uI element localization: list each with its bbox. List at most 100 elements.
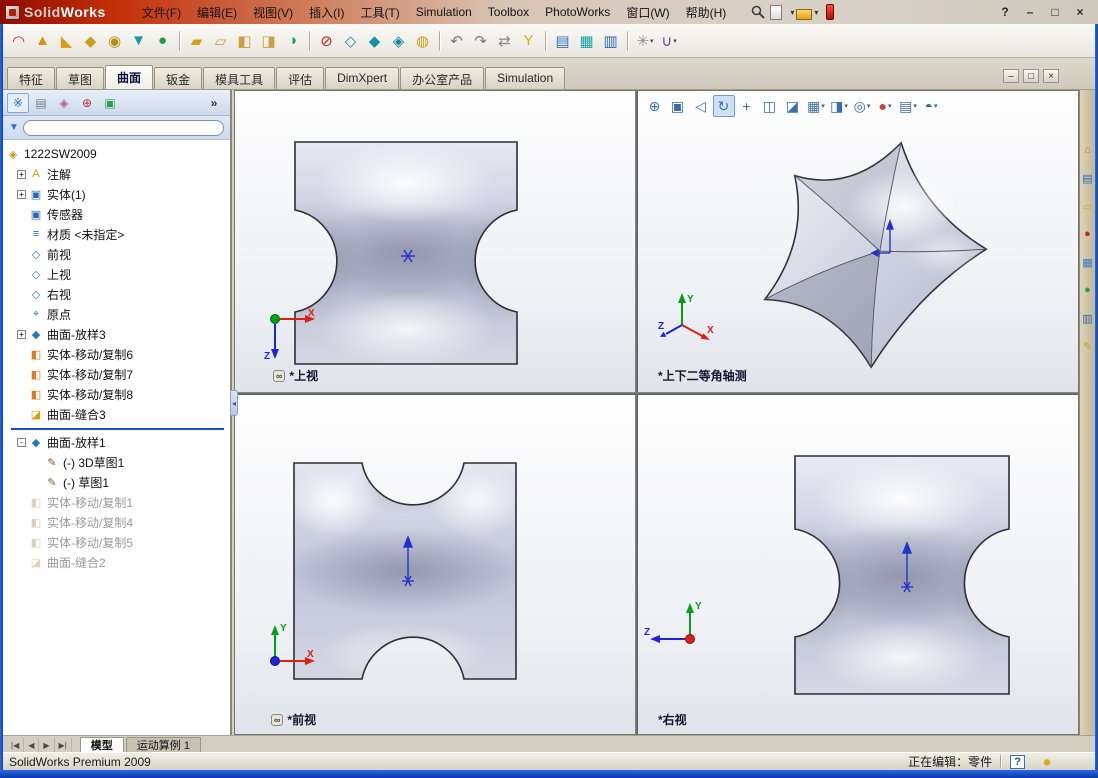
dimxpertmanager-tab-icon[interactable]: ⊕ — [76, 93, 98, 113]
scroll-next-icon[interactable]: ▶ — [39, 738, 55, 752]
open-document-caret-icon[interactable]: ▾ — [814, 8, 818, 17]
design-library-icon[interactable]: ▤ — [1081, 170, 1095, 186]
planar-surface-icon[interactable]: ▱ — [209, 29, 233, 53]
doc-restore-button[interactable]: □ — [1023, 69, 1039, 83]
instant3d-icon[interactable]: ▥ — [599, 29, 623, 53]
section-view-icon[interactable]: ◪ — [782, 95, 804, 117]
tree-item-surface-knit2[interactable]: ◪ 曲面-缝合2 — [3, 552, 230, 572]
tab-surfaces[interactable]: 曲面 — [105, 65, 154, 89]
custom-properties-icon[interactable]: ▥ — [1081, 310, 1095, 326]
file-explorer-icon[interactable]: ▱ — [1081, 198, 1095, 214]
freeform-icon[interactable]: ◍ — [411, 29, 435, 53]
knit-surface-icon[interactable]: ◑ — [281, 29, 305, 53]
featuremanager-tab-icon[interactable]: ※ — [7, 92, 29, 113]
menu-edit[interactable]: 编辑(E) — [189, 2, 245, 23]
trim-surface-icon[interactable]: ◨ — [257, 29, 281, 53]
boundary-surface-icon[interactable]: ◉ — [103, 29, 127, 53]
tree-item-origin[interactable]: ⌖ 原点 — [3, 304, 230, 324]
replace-face-icon[interactable]: ◇ — [339, 29, 363, 53]
undo-icon[interactable]: ↶ — [445, 29, 469, 53]
tab-motion-study-1[interactable]: 运动算例 1 — [125, 737, 201, 752]
expander-icon[interactable]: - — [17, 437, 26, 447]
reference-geometry-icon[interactable]: ▤ — [551, 29, 575, 53]
rollback-bar[interactable] — [11, 425, 224, 430]
tab-dimxpert[interactable]: DimXpert — [325, 67, 400, 89]
solidworks-resources-icon[interactable]: ⌂ — [1081, 142, 1095, 158]
rebuild-icon[interactable]: ⇄ — [493, 29, 517, 53]
new-document-caret-icon[interactable]: ▾ — [790, 8, 794, 17]
tab-features[interactable]: 特征 — [7, 67, 56, 89]
previous-view-icon[interactable]: ◁ — [690, 95, 712, 117]
appearances-icon[interactable]: ● — [1081, 282, 1095, 298]
viewport-divider-vertical[interactable] — [635, 91, 638, 734]
viewport-divider-horizontal[interactable] — [235, 392, 1078, 395]
tree-item-3d-sketch1[interactable]: ✎ (-) 3D草图1 — [3, 452, 230, 472]
restore-button[interactable]: □ — [1045, 4, 1065, 21]
tree-root-part[interactable]: ◈ 1222SW2009 — [3, 144, 230, 164]
menu-toolbox[interactable]: Toolbox — [480, 3, 537, 21]
tree-item-body-move-copy4[interactable]: ◧ 实体-移动/复制4 — [3, 512, 230, 532]
zoom-to-area-icon[interactable]: ▣ — [667, 95, 689, 117]
offset-surface-icon[interactable]: ▼ — [127, 29, 151, 53]
display-style-icon[interactable]: ◨ ▾ — [828, 95, 850, 117]
tree-item-body-move-copy6[interactable]: ◧ 实体-移动/复制6 — [3, 344, 230, 364]
tree-item-right-plane[interactable]: ◇ 右视 — [3, 284, 230, 304]
tab-mold-tools[interactable]: 模具工具 — [203, 67, 276, 89]
tree-item-material[interactable]: ≡ 材质 <未指定> — [3, 224, 230, 244]
doc-minimize-button[interactable]: – — [1003, 69, 1019, 83]
configurationmanager-tab-icon[interactable]: ◈ — [53, 93, 75, 113]
untrim-surface-icon[interactable]: ◆ — [363, 29, 387, 53]
help-button[interactable]: ? — [995, 4, 1015, 21]
tree-item-solid-bodies[interactable]: + ▣ 实体(1) — [3, 184, 230, 204]
hide-show-items-icon[interactable]: ◎ ▾ — [851, 95, 873, 117]
pan-icon[interactable]: + — [736, 95, 758, 117]
tab-sheet-metal[interactable]: 钣金 — [154, 67, 203, 89]
panel-overflow-icon[interactable]: » — [203, 93, 225, 113]
menu-window[interactable]: 窗口(W) — [618, 2, 677, 23]
tree-item-body-move-copy8[interactable]: ◧ 实体-移动/复制8 — [3, 384, 230, 404]
tab-evaluate[interactable]: 评估 — [276, 67, 325, 89]
extruded-surface-icon[interactable]: ▲ — [31, 29, 55, 53]
origin-marker[interactable] — [870, 217, 904, 261]
revolved-surface-icon[interactable]: ◣ — [55, 29, 79, 53]
edit-appearance-icon[interactable]: ● ▾ — [874, 95, 896, 117]
view-settings-icon[interactable]: ◓ ▾ — [920, 95, 942, 117]
tree-item-sketch1[interactable]: ✎ (-) 草图1 — [3, 472, 230, 492]
origin-marker[interactable] — [395, 243, 421, 269]
menu-file[interactable]: 文件(F) — [134, 2, 189, 23]
scroll-first-icon[interactable]: |◀ — [7, 738, 25, 752]
viewport-right[interactable]: Y Z *右视 — [638, 395, 1078, 734]
menu-view[interactable]: 视图(V) — [245, 2, 301, 23]
apply-scene-icon[interactable]: ▤ ▾ — [897, 95, 919, 117]
origin-marker[interactable] — [397, 535, 419, 589]
tab-simulation[interactable]: Simulation — [485, 67, 566, 89]
solidworks-rx-icon[interactable] — [826, 4, 835, 20]
tree-item-body-move-copy1[interactable]: ◧ 实体-移动/复制1 — [3, 492, 230, 512]
viewport-isometric[interactable]: ⊕ ▣ ◁ ↻ + ◫ ◪ ▦ ▾ ◨ ▾ ◎ ▾ ● ▾ ▤ ▾ ◓ ▾ Y … — [638, 91, 1078, 392]
extend-surface-icon[interactable]: ◧ — [233, 29, 257, 53]
tab-sketch[interactable]: 草图 — [56, 67, 105, 89]
view-orientation-icon[interactable]: ▦ ▾ — [805, 95, 827, 117]
solidworks-search-icon[interactable]: ● — [1081, 226, 1095, 242]
doc-close-button[interactable]: × — [1043, 69, 1059, 83]
sketch-tools-icon[interactable]: ✳ ▾ — [633, 29, 657, 53]
tree-item-surface-knit3[interactable]: ◪ 曲面-缝合3 — [3, 404, 230, 424]
tree-item-top-plane[interactable]: ◇ 上视 — [3, 264, 230, 284]
menu-simulation[interactable]: Simulation — [408, 3, 480, 21]
search-icon[interactable] — [750, 4, 768, 20]
tree-item-surface-loft3[interactable]: + ◆ 曲面-放样3 — [3, 324, 230, 344]
view-palette-icon[interactable]: ▦ — [1081, 254, 1095, 270]
tree-item-surface-loft1[interactable]: - ◆ 曲面-放样1 — [3, 432, 230, 452]
close-button[interactable]: × — [1070, 4, 1090, 21]
propertymanager-tab-icon[interactable]: ▤ — [30, 93, 52, 113]
thicken-icon[interactable]: ◈ — [387, 29, 411, 53]
new-document-icon[interactable] — [770, 4, 783, 20]
rotate-view-icon[interactable]: ↻ — [713, 95, 735, 117]
curves-icon[interactable]: ▦ — [575, 29, 599, 53]
tab-model[interactable]: 模型 — [79, 737, 124, 752]
displaymanager-tab-icon[interactable]: ▣ — [99, 93, 121, 113]
radiate-surface-icon[interactable]: ● — [151, 29, 175, 53]
delete-face-icon[interactable]: ⊘ — [315, 29, 339, 53]
menu-tools[interactable]: 工具(T) — [352, 2, 407, 23]
tree-item-front-plane[interactable]: ◇ 前视 — [3, 244, 230, 264]
